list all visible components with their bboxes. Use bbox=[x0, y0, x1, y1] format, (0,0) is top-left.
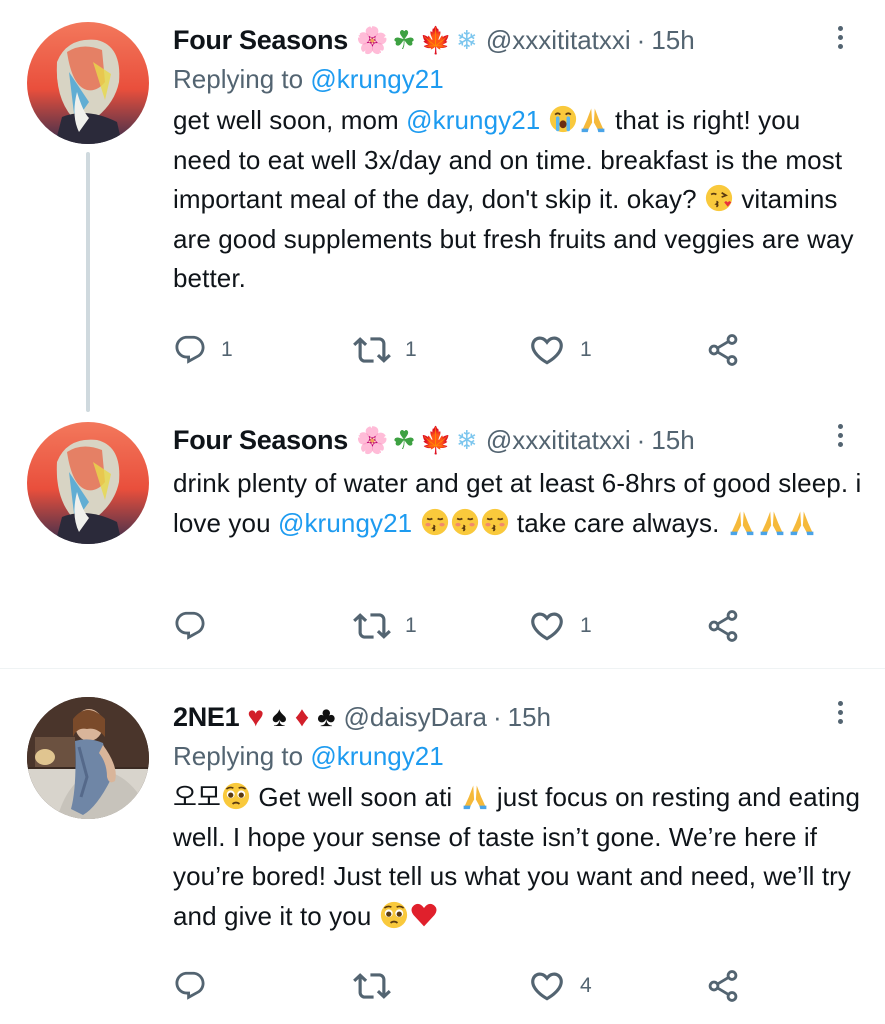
kissing-face-emoji-icon bbox=[481, 508, 509, 536]
replying-to-label: Replying to bbox=[173, 64, 311, 94]
shamrock-icon: ☘ bbox=[392, 25, 416, 55]
retweet-count: 1 bbox=[405, 338, 417, 361]
avatar[interactable] bbox=[27, 22, 149, 144]
face-blowing-kiss-emoji-icon bbox=[705, 184, 733, 212]
handle[interactable]: @daisyDara bbox=[344, 702, 487, 733]
reply-button[interactable]: 1 bbox=[173, 330, 233, 370]
thread-line bbox=[86, 152, 90, 412]
tweet-text-part: Get well soon ati bbox=[251, 782, 460, 812]
more-options-icon[interactable] bbox=[836, 701, 844, 727]
timestamp[interactable]: 15h bbox=[508, 702, 551, 733]
share-button[interactable] bbox=[705, 330, 741, 370]
avatar[interactable] bbox=[27, 422, 149, 544]
tweet[interactable]: Four Seasons 🌸 ☘ 🍁 ❄ @xxxititatxxi · 15h… bbox=[0, 410, 885, 668]
heart-icon bbox=[528, 607, 566, 645]
folded-hands-emoji-icon bbox=[579, 105, 607, 133]
share-icon bbox=[705, 608, 741, 644]
spade-suit-icon: ♠ bbox=[271, 701, 287, 732]
avatar[interactable] bbox=[27, 697, 149, 819]
reply-button[interactable] bbox=[173, 966, 221, 1006]
heart-suit-icon: ♥ bbox=[247, 701, 264, 732]
retweet-button[interactable]: 1 bbox=[353, 606, 417, 646]
share-icon bbox=[705, 968, 741, 1004]
timestamp[interactable]: 15h bbox=[651, 425, 694, 456]
timestamp[interactable]: 15h bbox=[651, 25, 694, 56]
reply-icon bbox=[173, 609, 207, 643]
mention-link[interactable]: @krungy21 bbox=[406, 105, 540, 135]
folded-hands-emoji-icon bbox=[758, 508, 786, 536]
reply-count: 1 bbox=[221, 338, 233, 361]
tweet[interactable]: 2NE1 ♥ ♠ ♦ ♣ @daisyDara · 15h Replying t… bbox=[0, 669, 885, 1024]
more-options-icon[interactable] bbox=[836, 26, 844, 52]
like-count: 1 bbox=[580, 614, 592, 637]
maple-leaf-icon: 🍁 bbox=[419, 425, 453, 455]
shamrock-icon: ☘ bbox=[392, 425, 416, 455]
heart-icon bbox=[528, 967, 566, 1005]
tweet-actions: 1 1 bbox=[173, 606, 773, 646]
tweet-text-part: take care always. bbox=[509, 507, 727, 538]
handle[interactable]: @xxxititatxxi bbox=[486, 425, 631, 456]
tweet-text-part: 오모 bbox=[173, 782, 222, 812]
folded-hands-emoji-icon bbox=[728, 508, 756, 536]
name-badges: ♥ ♠ ♦ ♣ bbox=[247, 703, 335, 731]
tweet-actions: 1 1 1 bbox=[173, 330, 773, 370]
loudly-crying-emoji-icon bbox=[549, 105, 577, 133]
display-name[interactable]: Four Seasons bbox=[173, 25, 348, 56]
mention-link[interactable]: @krungy21 bbox=[310, 741, 443, 771]
tweet[interactable]: Four Seasons 🌸 ☘ 🍁 ❄ @xxxititatxxi · 15h… bbox=[0, 0, 885, 412]
handle[interactable]: @xxxititatxxi bbox=[486, 25, 631, 56]
share-icon bbox=[705, 332, 741, 368]
retweet-icon bbox=[353, 967, 391, 1005]
retweet-icon bbox=[353, 607, 391, 645]
separator-dot: · bbox=[636, 24, 646, 55]
like-button[interactable]: 1 bbox=[528, 330, 592, 370]
reply-button[interactable] bbox=[173, 606, 221, 646]
folded-hands-emoji-icon bbox=[788, 508, 816, 536]
name-badges: 🌸 ☘ 🍁 ❄ bbox=[356, 427, 478, 453]
diamond-suit-icon: ♦ bbox=[294, 701, 310, 732]
share-button[interactable] bbox=[705, 606, 741, 646]
separator-dot: · bbox=[492, 701, 502, 732]
name-badges: 🌸 ☘ 🍁 ❄ bbox=[356, 27, 478, 53]
heart-icon bbox=[528, 331, 566, 369]
share-button[interactable] bbox=[705, 966, 741, 1006]
pleading-face-emoji-icon bbox=[380, 901, 408, 929]
replying-to-label: Replying to bbox=[173, 741, 311, 771]
tweet-text: 오모 Get well soon ati just focus on resti… bbox=[173, 778, 863, 936]
mention-link[interactable]: @krungy21 bbox=[278, 508, 412, 538]
retweet-count: 1 bbox=[405, 614, 417, 637]
tweet-text-part: get well soon, mom bbox=[173, 105, 407, 135]
separator-dot: · bbox=[636, 424, 646, 455]
tweet-actions: 4 bbox=[173, 966, 773, 1006]
more-options-icon[interactable] bbox=[836, 424, 844, 450]
display-name[interactable]: Four Seasons bbox=[173, 425, 348, 456]
retweet-button[interactable] bbox=[353, 966, 405, 1006]
reply-icon bbox=[173, 333, 207, 367]
replying-to: Replying to @krungy21 bbox=[173, 738, 865, 774]
like-button[interactable]: 4 bbox=[528, 966, 592, 1006]
tweet-text: get well soon, mom @krungy21 that is rig… bbox=[173, 101, 863, 299]
kissing-face-emoji-icon bbox=[451, 508, 479, 536]
retweet-icon bbox=[353, 331, 391, 369]
club-suit-icon: ♣ bbox=[317, 701, 336, 732]
replying-to: Replying to @krungy21 bbox=[173, 61, 865, 97]
pleading-face-emoji-icon bbox=[222, 782, 250, 810]
retweet-button[interactable]: 1 bbox=[353, 330, 417, 370]
kissing-face-emoji-icon bbox=[421, 508, 449, 536]
like-count: 1 bbox=[580, 338, 592, 361]
folded-hands-emoji-icon bbox=[461, 782, 489, 810]
like-button[interactable]: 1 bbox=[528, 606, 592, 646]
cherry-blossom-icon: 🌸 bbox=[355, 425, 389, 455]
cherry-blossom-icon: 🌸 bbox=[355, 25, 389, 55]
like-count: 4 bbox=[580, 974, 592, 997]
maple-leaf-icon: 🍁 bbox=[419, 25, 453, 55]
tweet-text: drink plenty of water and get at least 6… bbox=[173, 464, 863, 543]
reply-icon bbox=[173, 969, 207, 1003]
red-heart-emoji-icon bbox=[410, 901, 438, 929]
snowflake-icon: ❄ bbox=[456, 25, 478, 55]
mention-link[interactable]: @krungy21 bbox=[310, 64, 443, 94]
snowflake-icon: ❄ bbox=[456, 425, 478, 455]
display-name[interactable]: 2NE1 bbox=[173, 702, 240, 733]
